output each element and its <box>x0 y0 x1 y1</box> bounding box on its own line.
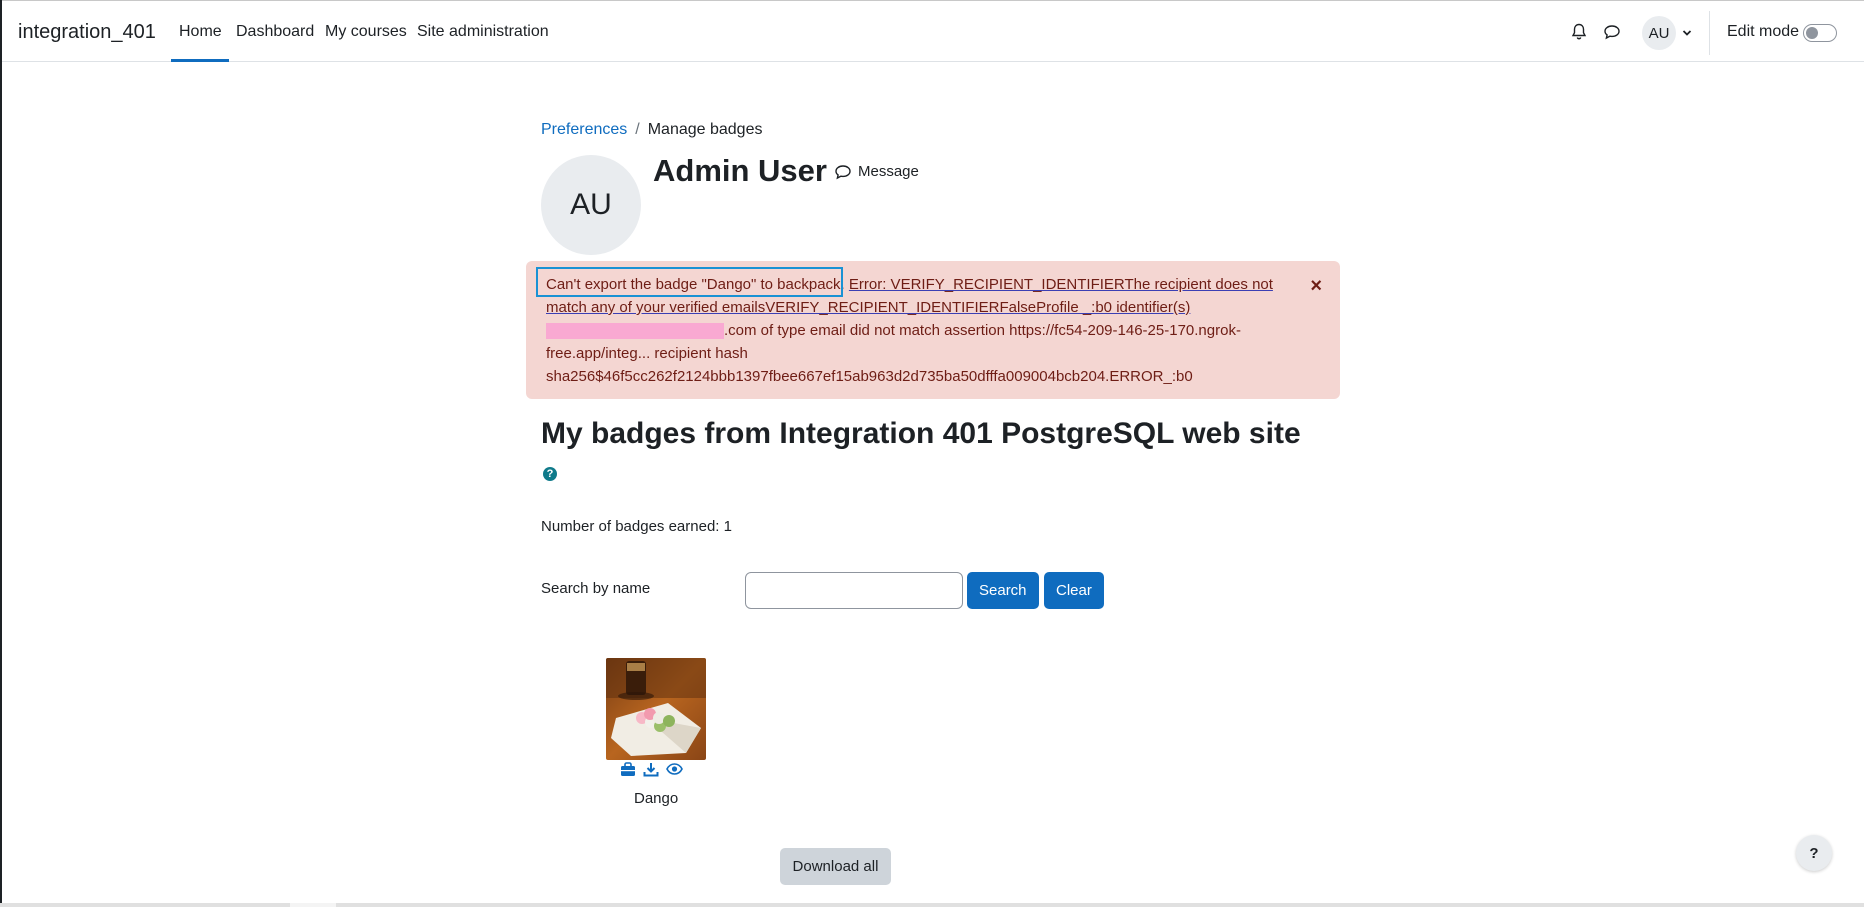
breadcrumb-preferences[interactable]: Preferences <box>541 121 627 138</box>
site-brand[interactable]: integration_401 <box>18 21 156 44</box>
chevron-down-icon[interactable] <box>1682 25 1692 43</box>
redacted-email <box>546 323 724 340</box>
help-floating-button[interactable]: ? <box>1796 835 1832 871</box>
page-title: Admin User <box>653 153 827 188</box>
download-all-button[interactable]: Download all <box>780 848 891 885</box>
breadcrumb-separator: / <box>635 121 640 138</box>
user-menu-avatar[interactable]: AU <box>1642 16 1676 50</box>
nav-home[interactable]: Home <box>179 23 222 41</box>
window-edge <box>0 0 2 907</box>
chat-bubble-icon <box>835 164 851 179</box>
alert-lead-text: Can't export the badge "Dango" to backpa… <box>546 276 845 293</box>
profile-avatar: AU <box>541 155 641 255</box>
eye-icon[interactable] <box>666 762 683 782</box>
notifications-bell-icon[interactable] <box>1568 21 1590 43</box>
scrollbar-thumb[interactable] <box>290 903 336 907</box>
breadcrumb-manage-badges: Manage badges <box>647 121 763 138</box>
section-title: My badges from Integration 401 PostgreSQ… <box>541 417 1301 450</box>
badge-image[interactable] <box>606 658 706 760</box>
close-icon[interactable]: × <box>1310 275 1322 298</box>
badges-earned-count: Number of badges earned: 1 <box>541 518 732 535</box>
horizontal-scrollbar[interactable] <box>0 903 1864 907</box>
download-icon[interactable] <box>643 762 659 782</box>
nav-site-administration[interactable]: Site administration <box>417 23 549 41</box>
breadcrumb: Preferences / Manage badges <box>541 121 762 139</box>
top-navbar: integration_401 Home Dashboard My course… <box>2 0 1864 62</box>
nav-my-courses[interactable]: My courses <box>325 23 407 41</box>
badge-name[interactable]: Dango <box>634 790 678 807</box>
toggle-knob <box>1806 27 1818 39</box>
clear-button[interactable]: Clear <box>1044 572 1104 609</box>
help-icon[interactable]: ? <box>543 467 557 481</box>
edit-mode-label: Edit mode <box>1727 23 1800 40</box>
edit-mode-toggle[interactable] <box>1803 24 1837 42</box>
nav-divider <box>1709 11 1710 55</box>
backpack-icon[interactable] <box>620 762 636 782</box>
message-label: Message <box>858 163 919 180</box>
nav-active-indicator <box>171 59 229 62</box>
messages-chat-icon[interactable] <box>1601 21 1623 43</box>
search-button[interactable]: Search <box>967 572 1039 609</box>
error-alert: Can't export the badge "Dango" to backpa… <box>526 261 1340 399</box>
search-input[interactable] <box>745 572 963 609</box>
alert-message: Can't export the badge "Dango" to backpa… <box>546 273 1286 388</box>
badge-actions <box>620 762 683 782</box>
nav-dashboard[interactable]: Dashboard <box>236 23 314 41</box>
message-link[interactable]: Message <box>834 163 919 180</box>
search-label: Search by name <box>541 580 651 597</box>
